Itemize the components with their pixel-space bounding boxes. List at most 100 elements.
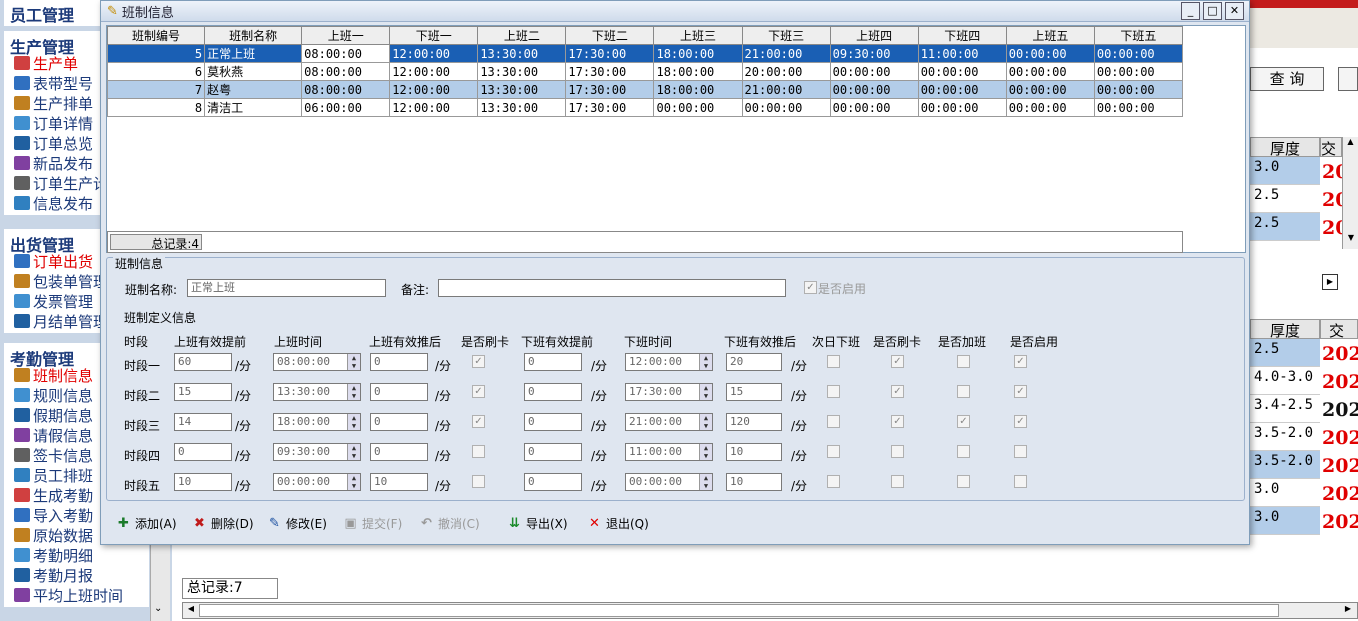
nav-item[interactable]: 考勤明细 — [4, 545, 149, 565]
table-row[interactable]: 6 莫秋燕 08:00:00 12:00:00 13:30:00 17:30:00 18:0… — [106, 62, 1184, 81]
grid-cell[interactable]: 08:00:00 — [301, 44, 391, 63]
grid-cell[interactable]: 赵粤 — [204, 80, 303, 99]
grid-cell[interactable]: 17:30:00 — [565, 44, 655, 63]
on-time-field[interactable]: 08:00:00 ▲ ▼ — [273, 353, 361, 371]
scroll-thumb[interactable] — [199, 604, 1279, 617]
grid-column-header[interactable]: 上班一 — [301, 26, 391, 45]
bg-horizontal-scrollbar[interactable]: ◀ ▶ — [182, 602, 1358, 619]
overtime-checkbox[interactable] — [957, 385, 970, 398]
grid-cell[interactable]: 11:00:00 — [917, 44, 1007, 63]
submit-button[interactable]: ▣ 提交(F) — [343, 515, 402, 532]
grid-column-header[interactable]: 班制编号 — [106, 26, 206, 45]
query-button[interactable]: 查 询 — [1250, 67, 1324, 91]
spinner-icon[interactable]: ▲ ▼ — [347, 354, 360, 370]
grid-column-header[interactable]: 下班三 — [741, 26, 831, 45]
scroll-down-icon[interactable]: ▼ — [1343, 233, 1358, 242]
off-time-field[interactable]: 17:30:00 ▲ ▼ — [625, 383, 713, 401]
grid-cell[interactable]: 5 — [106, 44, 206, 63]
spinner-icon[interactable]: ▲ ▼ — [699, 414, 712, 430]
off-early-field[interactable]: 0 — [524, 473, 582, 491]
next-day-checkbox[interactable] — [827, 445, 840, 458]
grid-cell[interactable]: 17:30:00 — [565, 62, 655, 81]
bg-next-button[interactable] — [1338, 67, 1358, 91]
spinner-icon[interactable]: ▲ ▼ — [699, 354, 712, 370]
grid-column-header[interactable]: 下班一 — [389, 26, 479, 45]
grid-cell[interactable]: 莫秋燕 — [204, 62, 303, 81]
grid-cell[interactable]: 13:30:00 — [477, 44, 567, 63]
grid-cell[interactable]: 00:00:00 — [1005, 62, 1095, 81]
grid-cell[interactable]: 09:30:00 — [829, 44, 919, 63]
off-late-field[interactable]: 15 — [726, 383, 782, 401]
grid-cell[interactable]: 12:00:00 — [389, 62, 479, 81]
grid-cell[interactable]: 13:30:00 — [477, 98, 567, 117]
on-card-checkbox[interactable] — [472, 475, 485, 488]
bg-table1-scrollbar[interactable]: ▲ ▼ — [1342, 137, 1358, 249]
next-day-checkbox[interactable] — [827, 385, 840, 398]
off-early-field[interactable]: 0 — [524, 443, 582, 461]
grid-cell[interactable]: 00:00:00 — [917, 80, 1007, 99]
edit-button[interactable]: ✎ 修改(E) — [267, 515, 327, 532]
grid-cell[interactable]: 7 — [106, 80, 206, 99]
grid-cell[interactable]: 00:00:00 — [829, 62, 919, 81]
on-late-field[interactable]: 0 — [370, 353, 428, 371]
remark-field[interactable] — [438, 279, 786, 297]
off-late-field[interactable]: 120 — [726, 413, 782, 431]
on-time-field[interactable]: 00:00:00 ▲ ▼ — [273, 473, 361, 491]
grid-column-header[interactable]: 班制名称 — [204, 26, 303, 45]
chevron-down-icon[interactable]: ⌄ — [154, 603, 162, 614]
spinner-icon[interactable]: ▲ ▼ — [699, 474, 712, 490]
grid-cell[interactable]: 正常上班 — [204, 44, 303, 63]
grid-column-header[interactable]: 上班四 — [829, 26, 919, 45]
scroll-right-icon[interactable]: ▶ — [1341, 604, 1355, 617]
export-button[interactable]: ⇊ 导出(X) — [507, 515, 568, 532]
grid-cell[interactable]: 17:30:00 — [565, 80, 655, 99]
scroll-left-icon[interactable]: ◀ — [184, 604, 198, 617]
table-row[interactable]: 8 清洁工 06:00:00 12:00:00 13:30:00 17:30:00 00:0… — [106, 98, 1184, 117]
grid-cell[interactable]: 00:00:00 — [1093, 98, 1184, 117]
segment-enabled-checkbox[interactable]: ✓ — [1014, 385, 1027, 398]
grid-cell[interactable]: 18:00:00 — [653, 44, 743, 63]
grid-cell[interactable]: 00:00:00 — [1005, 44, 1095, 63]
grid-cell[interactable]: 00:00:00 — [1093, 80, 1184, 99]
grid-cell[interactable]: 00:00:00 — [741, 98, 831, 117]
next-day-checkbox[interactable] — [827, 475, 840, 488]
grid-cell[interactable]: 8 — [106, 98, 206, 117]
off-time-field[interactable]: 21:00:00 ▲ ▼ — [625, 413, 713, 431]
off-time-field[interactable]: 12:00:00 ▲ ▼ — [625, 353, 713, 371]
off-time-field[interactable]: 11:00:00 ▲ ▼ — [625, 443, 713, 461]
close-icon[interactable]: ✕ — [1225, 2, 1244, 20]
minimize-icon[interactable]: _ — [1181, 2, 1200, 20]
off-late-field[interactable]: 20 — [726, 353, 782, 371]
nav-item[interactable]: 平均上班时间 — [4, 585, 149, 605]
table-row[interactable]: 7 赵粤 08:00:00 12:00:00 13:30:00 17:30:00 18:00… — [106, 80, 1184, 99]
grid-cell[interactable]: 00:00:00 — [1005, 98, 1095, 117]
segment-enabled-checkbox[interactable] — [1014, 445, 1027, 458]
grid-cell[interactable]: 21:00:00 — [741, 44, 831, 63]
on-time-field[interactable]: 13:30:00 ▲ ▼ — [273, 383, 361, 401]
grid-column-header[interactable]: 上班五 — [1005, 26, 1095, 45]
grid-column-header[interactable]: 下班四 — [917, 26, 1007, 45]
on-card-checkbox[interactable] — [472, 445, 485, 458]
overtime-checkbox[interactable] — [957, 475, 970, 488]
overtime-checkbox[interactable] — [957, 355, 970, 368]
grid-cell[interactable]: 00:00:00 — [1005, 80, 1095, 99]
on-early-field[interactable]: 0 — [174, 443, 232, 461]
off-card-checkbox[interactable]: ✓ — [891, 385, 904, 398]
spinner-icon[interactable]: ▲ ▼ — [699, 384, 712, 400]
spinner-icon[interactable]: ▲ ▼ — [347, 444, 360, 460]
next-day-checkbox[interactable] — [827, 355, 840, 368]
add-button[interactable]: ✚ 添加(A) — [116, 515, 177, 532]
shift-name-field[interactable]: 正常上班 — [187, 279, 386, 297]
maximize-icon[interactable]: □ — [1203, 2, 1222, 20]
grid-cell[interactable]: 00:00:00 — [829, 80, 919, 99]
grid-cell[interactable]: 6 — [106, 62, 206, 81]
on-late-field[interactable]: 0 — [370, 443, 428, 461]
segment-enabled-checkbox[interactable]: ✓ — [1014, 355, 1027, 368]
spinner-icon[interactable]: ▲ ▼ — [347, 414, 360, 430]
off-card-checkbox[interactable] — [891, 475, 904, 488]
grid-cell[interactable]: 20:00:00 — [741, 62, 831, 81]
grid-column-header[interactable]: 上班二 — [477, 26, 567, 45]
grid-cell[interactable]: 08:00:00 — [301, 80, 391, 99]
on-card-checkbox[interactable]: ✓ — [472, 355, 485, 368]
grid-cell[interactable]: 06:00:00 — [301, 98, 391, 117]
